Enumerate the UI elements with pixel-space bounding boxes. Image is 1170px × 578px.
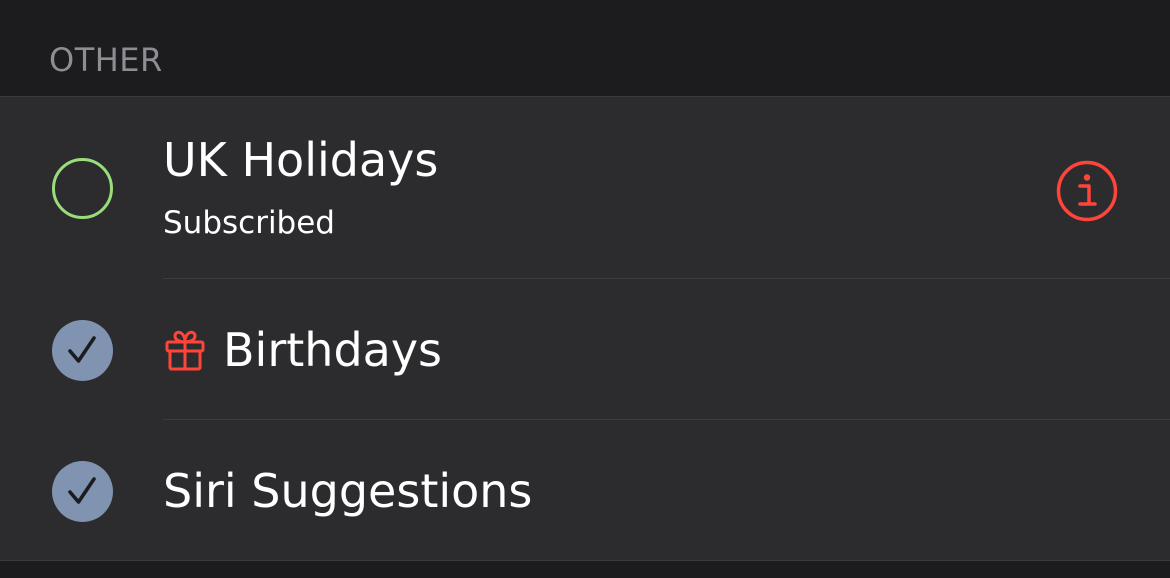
calendar-row-siri-suggestions[interactable]: Siri Suggestions: [0, 420, 1170, 561]
calendar-title-siri-suggestions: Siri Suggestions: [163, 464, 533, 518]
checkmark-circle-icon[interactable]: [52, 320, 113, 381]
calendars-screen: OTHER UK Holidays Subscribed Birthdays S…: [0, 0, 1170, 578]
calendar-row-uk-holidays[interactable]: UK Holidays Subscribed: [0, 97, 1170, 279]
calendar-subtitle-subscribed: Subscribed: [163, 205, 335, 241]
calendar-title-birthdays: Birthdays: [223, 323, 443, 377]
unselected-circle-icon[interactable]: [52, 158, 113, 219]
gift-icon: [165, 330, 205, 371]
calendar-row-birthdays[interactable]: Birthdays: [0, 279, 1170, 420]
info-circle-icon[interactable]: [1056, 160, 1118, 222]
section-header-other: OTHER: [49, 41, 163, 79]
other-calendars-group: UK Holidays Subscribed Birthdays Siri Su…: [0, 96, 1170, 561]
checkmark-circle-icon[interactable]: [52, 461, 113, 522]
calendar-title-uk-holidays: UK Holidays: [163, 133, 439, 187]
